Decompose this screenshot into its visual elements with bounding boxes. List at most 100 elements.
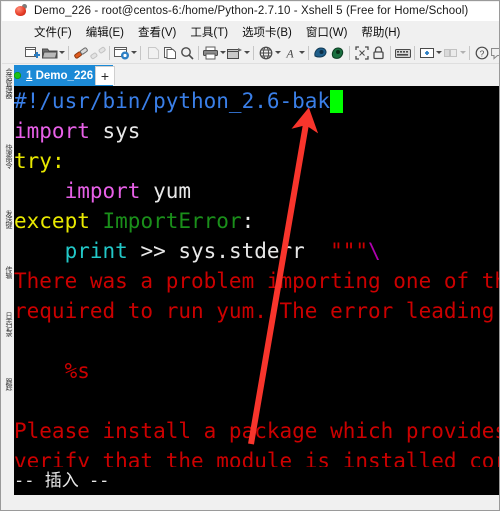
terminal-span: except <box>14 209 90 233</box>
terminal-span: %s <box>14 359 90 383</box>
title-bar: Demo_226 - root@centos-6:/home/Python-2.… <box>2 2 499 21</box>
terminal-span: : <box>51 149 65 173</box>
svg-text:A: A <box>285 46 294 60</box>
terminal-line: %s <box>14 356 499 386</box>
terminal-span: try <box>14 149 52 173</box>
separator-7 <box>346 44 353 62</box>
open-session-icon[interactable] <box>41 44 58 62</box>
font-icon[interactable]: A <box>281 44 298 62</box>
connect-icon[interactable] <box>72 44 89 62</box>
window-title: Demo_226 - root@centos-6:/home/Python-2.… <box>34 5 469 17</box>
encoding-globe-icon[interactable] <box>257 44 274 62</box>
open-session-dropdown[interactable] <box>58 44 65 62</box>
terminal-line: Please install a package which provides … <box>14 416 500 446</box>
separator-4 <box>195 44 202 62</box>
terminal-line: except ImportError: <box>14 206 499 236</box>
separator-2 <box>106 44 113 62</box>
terminal-span: >> sys.stderr <box>127 239 331 263</box>
separator-10 <box>466 44 473 62</box>
tab-number: 1 <box>26 69 33 82</box>
encoding-dropdown[interactable] <box>274 44 281 62</box>
terminal-cursor <box>330 90 344 113</box>
xftp-icon[interactable] <box>312 44 329 62</box>
add-to-icon[interactable] <box>418 44 435 62</box>
xshell-icon <box>14 4 28 18</box>
log-icon[interactable] <box>226 44 243 62</box>
separator-9 <box>411 44 418 62</box>
log-dropdown[interactable] <box>243 44 250 62</box>
terminal-line: import yum <box>14 176 499 206</box>
terminal-span: sys <box>89 119 141 143</box>
print-icon[interactable] <box>202 44 219 62</box>
terminal-line: #!/usr/bin/python_2.6-bak <box>14 86 499 116</box>
tab-title: Demo_226 <box>35 69 94 82</box>
menu-bar: 文件(F) 编辑(E) 查看(V) 工具(T) 选项卡(B) 窗口(W) 帮助(… <box>2 21 499 42</box>
terminal-text: #!/usr/bin/python_2.6-bak import sys try:… <box>14 86 500 510</box>
menu-help[interactable]: 帮助(H) <box>354 22 407 42</box>
terminal-screen[interactable]: #!/usr/bin/python_2.6-bak import sys try:… <box>14 86 500 510</box>
find-icon[interactable] <box>178 44 195 62</box>
menu-window[interactable]: 窗口(W) <box>299 22 355 42</box>
left-panel-rail: 会话管理器 快速命令 发送键 传输 日志记录 跟踪 <box>2 64 14 510</box>
menu-file[interactable]: 文件(F) <box>27 22 79 42</box>
terminal-line: print >> sys.stderr """\ <box>14 236 499 266</box>
connection-status-dot <box>14 72 21 79</box>
rail-item-transfer[interactable]: 传输 <box>2 266 14 306</box>
tab-label: 1 Demo_226 <box>26 70 93 82</box>
terminal-span: yum <box>140 179 192 203</box>
terminal-span <box>90 209 103 233</box>
terminal-span: #!/usr/bin/python_2.6-bak <box>14 89 331 113</box>
xshell-window: Demo_226 - root@centos-6:/home/Python-2.… <box>0 0 500 511</box>
xagent-icon[interactable] <box>329 44 346 62</box>
keyboard-icon[interactable] <box>394 44 411 62</box>
menu-tabs[interactable]: 选项卡(B) <box>235 22 299 42</box>
terminal-line: import sys <box>14 116 499 146</box>
svg-text:?: ? <box>479 48 484 58</box>
separator-3 <box>137 44 144 62</box>
font-dropdown[interactable] <box>298 44 305 62</box>
terminal-span: Please install a package which provides … <box>14 419 500 443</box>
separator-5 <box>250 44 257 62</box>
vim-status-line: -- 插入 -- <box>14 467 499 495</box>
menu-tools[interactable]: 工具(T) <box>183 22 235 42</box>
terminal-span: print <box>64 239 128 263</box>
feedback-icon[interactable] <box>490 44 499 62</box>
tool-bar: A ? <box>2 42 499 64</box>
rail-item-send-keys[interactable]: 发送键 <box>2 210 14 260</box>
menu-edit[interactable]: 编辑(E) <box>79 22 131 42</box>
terminal-span <box>14 239 65 263</box>
rail-item-trace[interactable]: 跟踪 <box>2 378 14 418</box>
add-to-dropdown[interactable] <box>435 44 442 62</box>
terminal-span: required to run yum. The error leading t… <box>14 299 495 323</box>
menu-view[interactable]: 查看(V) <box>131 22 183 42</box>
tab-bar: 1 Demo_226 × + <box>2 64 499 86</box>
copy-icon[interactable] <box>161 44 178 62</box>
terminal-span <box>14 179 65 203</box>
rail-item-quick-commands[interactable]: 快速命令 <box>2 144 14 204</box>
terminal-line: There was a problem importing one of the… <box>14 266 499 296</box>
new-tab-button[interactable]: + <box>95 66 115 85</box>
fullscreen-icon[interactable] <box>353 44 370 62</box>
terminal-span: \ <box>368 239 381 263</box>
cut-icon <box>144 44 161 62</box>
session-properties-dropdown[interactable] <box>130 44 137 62</box>
terminal-span: ImportError <box>102 209 242 233</box>
help-icon[interactable]: ? <box>473 44 490 62</box>
terminal-span: """ <box>330 239 369 263</box>
disconnect-icon <box>89 44 106 62</box>
terminal-span: import <box>14 119 90 143</box>
status-bar <box>2 495 499 510</box>
layout-icon <box>442 44 459 62</box>
separator-8 <box>387 44 394 62</box>
separator-1 <box>65 44 72 62</box>
lock-icon[interactable] <box>370 44 387 62</box>
layout-dropdown <box>459 44 466 62</box>
rail-item-session-manager[interactable]: 会话管理器 <box>2 68 14 138</box>
rail-item-logging[interactable]: 日志记录 <box>2 312 14 372</box>
new-session-icon[interactable] <box>24 44 41 62</box>
separator-6 <box>305 44 312 62</box>
session-properties-icon[interactable] <box>113 44 130 62</box>
print-dropdown[interactable] <box>219 44 226 62</box>
